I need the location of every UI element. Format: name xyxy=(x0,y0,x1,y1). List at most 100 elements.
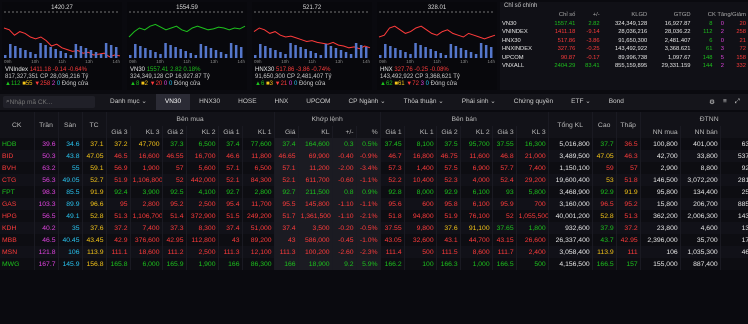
index-cell: 517.86 xyxy=(557,37,576,44)
price-cell: 51.3 xyxy=(106,210,131,222)
mini-chart[interactable]: 328.01 09h 10h 11h 13h 14h HNX 327.76 -0.25 -0… xyxy=(377,2,497,90)
volume-bar xyxy=(424,47,427,58)
table-row[interactable]: KDH 40.2 35 37.6 37.2 7,400 37.3 8,300 37.4 51,00… xyxy=(0,222,748,234)
mini-chart[interactable]: 1554.59 09h 10h 11h 13h 14h VN30 1557.41 2.82 … xyxy=(127,2,247,90)
market-tab[interactable]: Phái sinh ⌄ xyxy=(453,94,505,110)
price-cell: 121.8 xyxy=(34,246,59,258)
column-header[interactable]: KL xyxy=(298,126,333,138)
index-row[interactable]: VN30 1557.41 2.82 324,349,128 16,927.87 8 0 20 xyxy=(500,20,748,29)
market-tab[interactable]: HOSE xyxy=(229,94,265,110)
column-header[interactable]: Giá 1 xyxy=(380,126,405,138)
price-cell: 37.1 xyxy=(82,138,107,150)
column-header[interactable]: % xyxy=(356,126,381,138)
market-tab[interactable]: ETF ⌄ xyxy=(562,94,600,110)
table-row[interactable]: MBB 46.5 40.45 43.45 42.9 376,600 42.95 112,800… xyxy=(0,234,748,246)
table-row[interactable]: BVH 63.2 55 59.1 56.9 1,900 57 5,600 57.1 6,500 57… xyxy=(0,162,748,174)
symbol-cell[interactable]: CTG xyxy=(0,174,35,186)
column-header[interactable]: NN mua xyxy=(640,126,681,138)
price-cell: 157 xyxy=(616,258,641,270)
symbol-cell[interactable]: KDH xyxy=(0,222,35,234)
symbol-search-input[interactable] xyxy=(9,98,90,106)
index-row[interactable]: HNX30 517.86 -3.86 91,650,300 2,481.407 6 0 21 xyxy=(500,37,748,46)
price-cell: 46.3 xyxy=(616,150,641,162)
column-header[interactable]: KL 3 xyxy=(516,126,549,138)
market-tab[interactable]: Thỏa thuận ⌄ xyxy=(395,94,453,110)
market-tab[interactable]: CP Ngành ⌄ xyxy=(339,94,394,110)
index-row[interactable]: VNINDEX 1411.18 -9.14 28,036,216 28,036.22 11… xyxy=(500,28,748,37)
market-tab[interactable]: HNX xyxy=(266,94,298,110)
symbol-cell[interactable]: GAS xyxy=(0,198,35,210)
index-row[interactable]: VNXALL 2404.29 83.41 855,159,895 29,331.159 1… xyxy=(500,62,748,71)
column-header[interactable]: KL 1 xyxy=(404,126,437,138)
table-row[interactable]: FPT 98.3 85.5 91.9 92.4 3,900 92.5 4,100 92.7 2,8… xyxy=(0,186,748,198)
column-header[interactable]: Giá 1 xyxy=(218,126,243,138)
table-row[interactable]: GAS 103.3 89.9 96.6 95 2,800 95.2 2,500 95.4 11,7… xyxy=(0,198,748,210)
column-header[interactable]: KL 2 xyxy=(186,126,219,138)
market-tab[interactable]: VN30 xyxy=(155,94,191,110)
price-cell: 95.4 xyxy=(218,198,243,210)
price-cell: 442,000 xyxy=(186,174,219,186)
column-header[interactable]: Giá 3 xyxy=(492,126,517,138)
price-cell: 146,500 xyxy=(640,174,681,186)
table-row[interactable]: HDB 39.6 34.6 37.1 37.2 47,700 37.3 6,500 37.4 77… xyxy=(0,138,748,150)
column-header[interactable]: NN bán xyxy=(680,126,721,138)
table-row[interactable]: MSN 121.8 106 113.9 111.1 18,600 111.2 2,500 111… xyxy=(0,246,748,258)
column-header[interactable]: Dư xyxy=(720,126,748,138)
symbol-cell[interactable]: HPG xyxy=(0,210,35,222)
column-header[interactable]: KL 3 xyxy=(130,126,163,138)
volume-bar xyxy=(404,52,407,58)
price-cell: 2,800 xyxy=(130,198,163,210)
index-row[interactable]: UPCOM 90.87 -0.17 89,996,738 1,097.67 148 5 158 xyxy=(500,54,748,63)
column-header[interactable]: Giá 3 xyxy=(106,126,131,138)
fullscreen-icon[interactable]: ⤢ xyxy=(735,98,740,106)
volume-bar xyxy=(64,53,68,58)
index-cell: 28,036,216 xyxy=(618,29,648,36)
menu-icon[interactable]: ≡ xyxy=(723,98,727,106)
market-tab[interactable]: Bond xyxy=(600,94,633,110)
table-row[interactable]: MWG 167.7 145.9 156.8 165.8 6,000 165.9 1,900 16… xyxy=(0,258,748,270)
symbol-cell[interactable]: MWG xyxy=(0,258,35,270)
price-cell: 50.3 xyxy=(34,150,59,162)
price-cell: 40.2 xyxy=(34,222,59,234)
price-cell: 8,300 xyxy=(186,222,219,234)
column-header[interactable]: Giá 2 xyxy=(436,126,461,138)
price-cell: 96.6 xyxy=(82,198,107,210)
column-header[interactable]: KL 1 xyxy=(242,126,275,138)
symbol-cell[interactable]: BVH xyxy=(0,162,35,174)
market-tab[interactable]: Danh mục ⌄ xyxy=(101,94,156,110)
index-cell: 1557.41 xyxy=(554,20,576,27)
table-row[interactable]: CTG 56.3 49.05 52.7 51.9 1,106,800 52 442,000 52… xyxy=(0,174,748,186)
price-cell: 17,003,919 xyxy=(720,234,748,246)
column-header[interactable]: Giá xyxy=(274,126,299,138)
price-cell: 211,500 xyxy=(298,186,333,198)
symbol-cell[interactable]: MSN xyxy=(0,246,35,258)
column-header[interactable]: Giá 2 xyxy=(162,126,187,138)
price-cell: 4,000 xyxy=(460,174,493,186)
price-cell: 92.9 xyxy=(436,186,461,198)
column-header[interactable]: KL 2 xyxy=(460,126,493,138)
symbol-cell[interactable]: HDB xyxy=(0,138,35,150)
market-tab[interactable]: Chứng quyền xyxy=(505,94,562,110)
symbol-cell[interactable]: FPT xyxy=(0,186,35,198)
index-row[interactable]: HNXINDEX 327.76 -0.25 143,492,922 3,368.621 6… xyxy=(500,45,748,54)
volume-bar xyxy=(429,49,432,58)
volume-bar xyxy=(179,49,182,58)
column-group-header: Trần xyxy=(34,112,59,138)
symbol-search[interactable]: ⌕ xyxy=(3,96,95,108)
market-tab[interactable]: UPCOM xyxy=(297,94,339,110)
symbol-cell[interactable]: BID xyxy=(0,150,35,162)
price-cell: 49.1 xyxy=(58,210,83,222)
volume-bar xyxy=(354,43,358,58)
column-header[interactable]: +/- xyxy=(332,126,357,138)
settings-icon[interactable]: ⚙ xyxy=(709,98,715,106)
table-row[interactable]: BID 50.3 43.8 47.05 46.5 16,600 46.55 16,700 46.… xyxy=(0,150,748,162)
price-cell: 1,106,700 xyxy=(130,210,163,222)
table-row[interactable]: HPG 56.5 49.1 52.8 51.3 1,106,700 51.4 372,900 5… xyxy=(0,210,748,222)
mini-chart[interactable]: 1420.27 09h 10h 11h 13h 14h VNIndex 1411.18 -9… xyxy=(2,2,122,90)
price-cell: 3,072,200 xyxy=(680,174,721,186)
symbol-cell[interactable]: MBB xyxy=(0,234,35,246)
mini-chart[interactable]: 521.72 09h 10h 11h 13h 14h HNX30 517.86 -3.86 … xyxy=(252,2,372,90)
volume-bar xyxy=(444,55,448,58)
market-tab[interactable]: HNX30 xyxy=(190,94,229,110)
price-cell: 100 xyxy=(404,258,437,270)
